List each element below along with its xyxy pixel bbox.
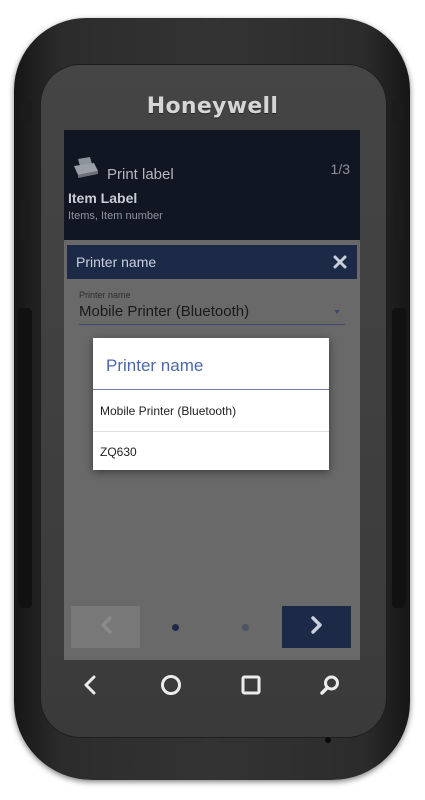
next-button[interactable] xyxy=(282,606,351,648)
printer-option-zq630[interactable]: ZQ630 xyxy=(93,432,329,472)
printer-field-underline xyxy=(79,324,345,325)
dialog-title: Printer name xyxy=(106,356,204,375)
back-icon[interactable] xyxy=(74,668,108,702)
left-grip xyxy=(18,308,32,608)
search-icon[interactable] xyxy=(313,668,347,702)
chevron-left-icon xyxy=(99,615,113,639)
left-scan-button[interactable] xyxy=(20,198,30,238)
page-dot-active xyxy=(172,624,179,631)
option-label: Mobile Printer (Bluetooth) xyxy=(100,404,237,418)
page-title: Print label xyxy=(107,166,174,183)
app-header: Print label 1/3 Item Label Items, Item n… xyxy=(64,130,360,240)
printer-icon xyxy=(72,156,100,183)
printer-option-mobile-bluetooth[interactable]: Mobile Printer (Bluetooth) xyxy=(93,391,329,432)
page-dot xyxy=(242,624,249,631)
right-scan-button[interactable] xyxy=(394,198,404,238)
step-indicator: 1/3 xyxy=(330,161,350,177)
recent-apps-icon[interactable] xyxy=(234,668,268,702)
chevron-right-icon xyxy=(310,615,324,639)
dialog-divider xyxy=(93,389,329,390)
item-subtitle: Items, Item number xyxy=(68,210,163,222)
printer-select[interactable]: Mobile Printer (Bluetooth) xyxy=(79,303,249,320)
printer-field-label: Printer name xyxy=(79,290,131,300)
printer-panel-header: Printer name xyxy=(67,245,357,279)
home-icon[interactable] xyxy=(154,668,188,702)
dropdown-caret-icon[interactable] xyxy=(334,310,340,314)
right-grip xyxy=(392,308,406,608)
option-label: ZQ630 xyxy=(100,445,137,459)
previous-button[interactable] xyxy=(71,606,140,648)
item-title: Item Label xyxy=(68,190,138,206)
printer-picker-dialog: Printer name Mobile Printer (Bluetooth) … xyxy=(93,338,329,470)
status-led xyxy=(325,737,331,743)
device-screen: Print label 1/3 Item Label Items, Item n… xyxy=(64,130,360,660)
close-icon[interactable] xyxy=(328,250,352,274)
panel-title: Printer name xyxy=(76,254,157,270)
brand-logo: Honeywell xyxy=(146,94,279,119)
